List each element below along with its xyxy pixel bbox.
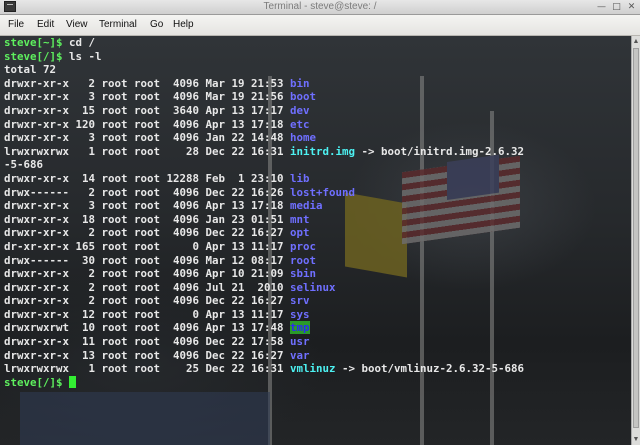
terminal-line: dr-xr-xr-x 165 root root 0 Apr 13 11:17 …: [4, 240, 524, 254]
terminal-text: drwxr-xr-x 120 root root 4096 Apr 13 17:…: [4, 117, 291, 131]
terminal-line: -5-686: [4, 158, 524, 172]
terminal-text: -> boot/initrd.img-2.6.32: [355, 144, 525, 158]
scroll-up-icon[interactable]: ▲: [632, 37, 640, 46]
terminal-text: drwxr-xr-x 2 root root 4096 Dec 22 16:27: [4, 226, 291, 240]
background-billboard-image: [20, 392, 270, 445]
terminal-text: drwxr-xr-x 13 root root 4096 Dec 22 16:2…: [4, 348, 291, 362]
prompt: steve[/]$: [4, 49, 63, 63]
directory-name: boot: [290, 90, 317, 104]
terminal-text: -5-686: [4, 158, 44, 172]
directory-name: srv: [290, 294, 310, 308]
terminal-text: drwxr-xr-x 18 root root 4096 Jan 23 01:5…: [4, 212, 291, 226]
terminal-line: drwxr-xr-x 15 root root 3640 Apr 13 17:1…: [4, 104, 524, 118]
terminal-line: lrwxrwxrwx 1 root root 25 Dec 22 16:31 v…: [4, 362, 524, 376]
directory-name: mnt: [290, 212, 310, 226]
terminal-line: drwx------ 30 root root 4096 Mar 12 08:1…: [4, 254, 524, 268]
terminal-text: cd /: [69, 36, 96, 49]
menu-terminal[interactable]: Terminal: [99, 15, 137, 35]
terminal-window: Terminal - steve@steve: / — □ ✕ File Edi…: [0, 0, 640, 445]
menu-view[interactable]: View: [66, 15, 88, 35]
terminal-line: drwxr-xr-x 3 root root 4096 Jan 22 14:48…: [4, 131, 524, 145]
terminal-text: drwx------ 2 root root 4096 Dec 22 16:26: [4, 185, 291, 199]
terminal-text: drwxr-xr-x 14 root root 12288 Feb 1 23:1…: [4, 171, 291, 185]
directory-name: proc: [290, 239, 317, 253]
prompt: steve[/]$: [4, 375, 63, 389]
directory-name: sys: [290, 307, 310, 321]
terminal-text: drwxr-xr-x 2 root root 4096 Apr 10 21:09: [4, 267, 291, 281]
scroll-down-icon[interactable]: ▼: [632, 435, 640, 444]
terminal-line: steve[/]$: [4, 375, 524, 390]
terminal-line: drwxr-xr-x 11 root root 4096 Dec 22 17:5…: [4, 335, 524, 349]
terminal-text: drwxrwxrwt 10 root root 4096 Apr 13 17:4…: [4, 321, 291, 335]
scrollbar-thumb[interactable]: [633, 48, 639, 428]
menu-file[interactable]: File: [8, 15, 24, 35]
terminal-text: drwxr-xr-x 3 root root 4096 Jan 22 14:48: [4, 131, 291, 145]
terminal-text: lrwxrwxrwx 1 root root 25 Dec 22 16:31: [4, 362, 291, 376]
terminal-area[interactable]: steve[~]$ cd / steve[/]$ ls -l total 72 drw…: [0, 36, 631, 445]
symlink-name: initrd.img: [290, 144, 356, 158]
terminal-line: drwxr-xr-x 2 root root 4096 Dec 22 16:27…: [4, 226, 524, 240]
title-bar[interactable]: Terminal - steve@steve: / — □ ✕: [0, 0, 640, 15]
terminal-text: lrwxrwxrwx 1 root root 28 Dec 22 16:31: [4, 144, 291, 158]
terminal-line: drwxr-xr-x 2 root root 4096 Apr 10 21:09…: [4, 267, 524, 281]
terminal-text: drwxr-xr-x 2 root root 4096 Jul 21 2010: [4, 280, 291, 294]
directory-name: usr: [290, 335, 310, 349]
menu-help[interactable]: Help: [173, 15, 194, 35]
terminal-line: steve[/]$ ls -l: [4, 50, 524, 64]
terminal-text: drwxr-xr-x 2 root root 4096 Dec 22 16:27: [4, 294, 291, 308]
directory-name: lost+found: [290, 185, 356, 199]
terminal-line: steve[~]$ cd /: [4, 36, 524, 50]
window-title: Terminal - steve@steve: /: [263, 1, 377, 12]
terminal-line: total 72: [4, 63, 524, 77]
directory-name: tmp: [290, 321, 310, 335]
directory-name: lib: [290, 171, 310, 185]
directory-name: sbin: [290, 267, 317, 281]
directory-name: root: [290, 253, 317, 267]
terminal-line: drwxr-xr-x 14 root root 12288 Feb 1 23:1…: [4, 172, 524, 186]
directory-name: etc: [290, 117, 310, 131]
terminal-line: drwxr-xr-x 2 root root 4096 Dec 22 16:27…: [4, 294, 524, 308]
terminal-text: -> boot/vmlinuz-2.6.32-5-686: [335, 362, 525, 376]
terminal-text: dr-xr-xr-x 165 root root 0 Apr 13 11:17: [4, 239, 291, 253]
terminal-text: drwxr-xr-x 12 root root 0 Apr 13 11:17: [4, 307, 291, 321]
terminal-line: drwxr-xr-x 13 root root 4096 Dec 22 16:2…: [4, 349, 524, 363]
minimize-icon[interactable]: —: [596, 2, 607, 12]
terminal-text: drwxr-xr-x 11 root root 4096 Dec 22 17:5…: [4, 335, 291, 349]
terminal-line: drwxr-xr-x 3 root root 4096 Mar 19 21:56…: [4, 90, 524, 104]
terminal-text: drwxr-xr-x 2 root root 4096 Mar 19 21:53: [4, 76, 291, 90]
menu-bar: File Edit View Terminal Go Help: [0, 15, 640, 36]
terminal-line: drwxr-xr-x 3 root root 4096 Apr 13 17:18…: [4, 199, 524, 213]
terminal-line: drwx------ 2 root root 4096 Dec 22 16:26…: [4, 186, 524, 200]
terminal-line: drwxr-xr-x 2 root root 4096 Mar 19 21:53…: [4, 77, 524, 91]
directory-name: home: [290, 131, 317, 145]
prompt: steve[~]$: [4, 36, 63, 49]
close-icon[interactable]: ✕: [626, 2, 637, 12]
terminal-text: total 72: [4, 63, 57, 77]
directory-name: dev: [290, 103, 310, 117]
terminal-line: drwxrwxrwt 10 root root 4096 Apr 13 17:4…: [4, 321, 524, 335]
menu-edit[interactable]: Edit: [37, 15, 54, 35]
maximize-icon[interactable]: □: [611, 2, 622, 12]
cursor: [69, 375, 77, 388]
directory-name: opt: [290, 226, 310, 240]
menu-go[interactable]: Go: [150, 15, 163, 35]
terminal-line: lrwxrwxrwx 1 root root 28 Dec 22 16:31 i…: [4, 145, 524, 159]
terminal-text: drwxr-xr-x 15 root root 3640 Apr 13 17:1…: [4, 103, 291, 117]
symlink-name: vmlinuz: [290, 362, 336, 376]
terminal-line: drwxr-xr-x 2 root root 4096 Jul 21 2010 …: [4, 281, 524, 295]
directory-name: var: [290, 348, 310, 362]
directory-name: bin: [290, 76, 310, 90]
terminal-text: drwxr-xr-x 3 root root 4096 Apr 13 17:18: [4, 199, 291, 213]
terminal-output: steve[~]$ cd / steve[/]$ ls -l total 72 drw…: [4, 36, 524, 389]
terminal-text: drwxr-xr-x 3 root root 4096 Mar 19 21:56: [4, 90, 291, 104]
terminal-line: drwxr-xr-x 120 root root 4096 Apr 13 17:…: [4, 118, 524, 132]
directory-name: media: [290, 199, 323, 213]
terminal-text: drwx------ 30 root root 4096 Mar 12 08:1…: [4, 253, 291, 267]
directory-name: selinux: [290, 280, 336, 294]
vertical-scrollbar[interactable]: ▲ ▼: [631, 36, 640, 445]
terminal-line: drwxr-xr-x 12 root root 0 Apr 13 11:17 s…: [4, 308, 524, 322]
terminal-line: drwxr-xr-x 18 root root 4096 Jan 23 01:5…: [4, 213, 524, 227]
terminal-text: ls -l: [69, 49, 102, 63]
